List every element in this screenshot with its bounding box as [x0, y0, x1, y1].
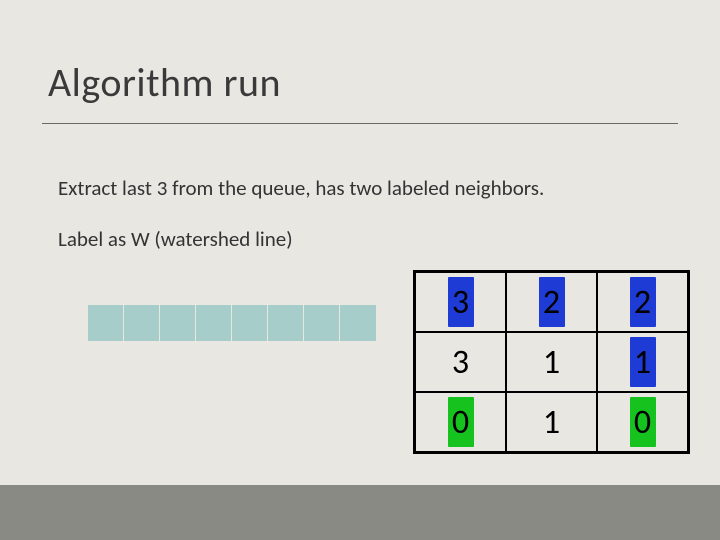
grid-cell: 3	[415, 332, 506, 392]
image-placeholder	[50, 348, 350, 360]
queue-bar	[88, 305, 376, 341]
grid-cell: 1	[597, 332, 688, 392]
grid-cell: 2	[597, 272, 688, 332]
queue-cell	[340, 305, 376, 341]
queue-cell	[160, 305, 196, 341]
bottom-bar	[0, 485, 720, 540]
value-grid: 3 2 2 3 1 1 0 1 0	[413, 270, 690, 454]
slide: Algorithm run Extract last 3 from the qu…	[0, 0, 720, 540]
grid-cell: 1	[506, 392, 597, 452]
queue-cell	[88, 305, 124, 341]
grid-cell-value: 0	[634, 402, 651, 443]
body-line-1: Extract last 3 from the queue, has two l…	[58, 175, 544, 201]
slide-title: Algorithm run	[48, 58, 281, 107]
body-line-2: Label as W (watershed line)	[58, 226, 293, 252]
grid-cell: 3	[415, 272, 506, 332]
queue-cell	[124, 305, 160, 341]
grid-cell: 0	[415, 392, 506, 452]
grid-cell-value: 1	[543, 342, 560, 383]
queue-cell	[268, 305, 304, 341]
queue-cell	[304, 305, 340, 341]
queue-cell	[196, 305, 232, 341]
grid-cell-value: 3	[452, 282, 469, 323]
grid-cell: 1	[506, 332, 597, 392]
grid-cell: 2	[506, 272, 597, 332]
grid-cell-value: 1	[634, 342, 651, 383]
grid-cell-value: 2	[543, 282, 560, 323]
queue-cell	[232, 305, 268, 341]
grid-cell-value: 0	[452, 402, 469, 443]
title-underline	[42, 123, 678, 124]
grid-cell-value: 1	[543, 402, 560, 443]
grid-cell: 0	[597, 392, 688, 452]
grid-cell-value: 2	[634, 282, 651, 323]
grid-cell-value: 3	[452, 342, 469, 383]
